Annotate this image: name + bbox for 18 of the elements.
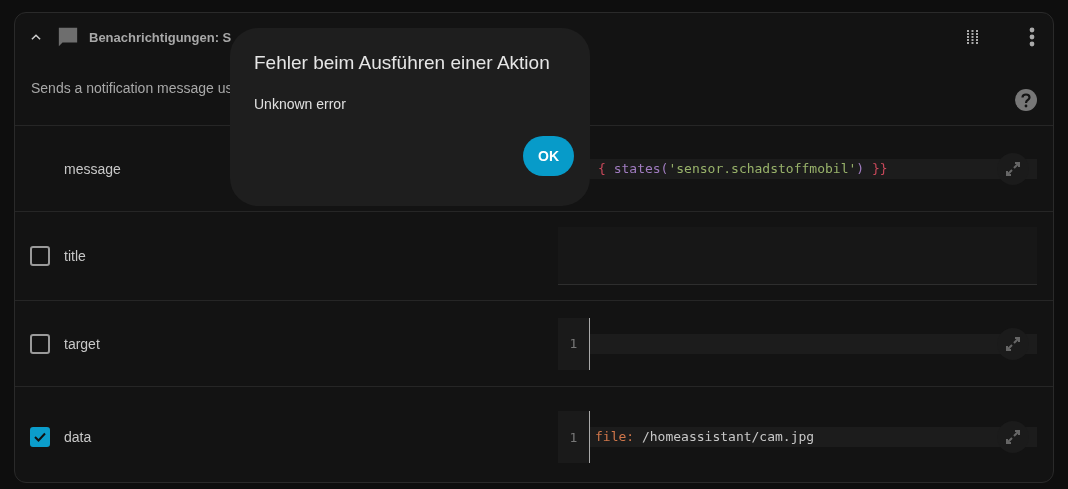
line-number: 1 xyxy=(558,317,590,370)
checkbox[interactable] xyxy=(30,246,50,266)
dialog-message: Unknown error xyxy=(254,96,347,112)
field-label: message xyxy=(64,160,121,177)
dialog-title: Fehler beim Ausführen einer Aktion xyxy=(254,52,551,74)
message-icon xyxy=(57,26,79,48)
drag-handle-icon[interactable] xyxy=(967,30,979,44)
checkbox[interactable] xyxy=(30,333,50,354)
help-icon[interactable] xyxy=(1015,89,1037,111)
code-editor[interactable]: file: /homeassistant/cam.jpg xyxy=(590,427,1037,447)
field-label: target xyxy=(64,335,100,352)
more-options-icon[interactable] xyxy=(1029,27,1035,47)
checkbox[interactable] xyxy=(30,427,50,447)
field-label: title xyxy=(64,248,86,264)
text-field[interactable] xyxy=(558,227,1037,285)
line-number: 1 xyxy=(558,411,590,463)
card-title: Benachrichtigungen: S xyxy=(89,29,232,45)
field-label: data xyxy=(64,429,92,445)
